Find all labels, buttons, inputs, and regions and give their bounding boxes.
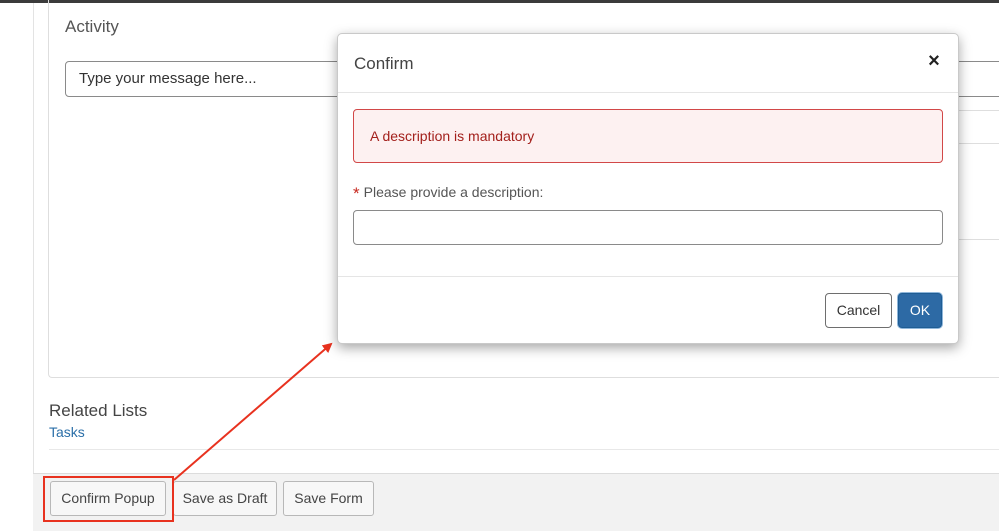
modal-title: Confirm xyxy=(354,54,414,73)
background-divider xyxy=(958,143,999,144)
description-field-label: * Please provide a description: xyxy=(353,184,543,204)
background-divider xyxy=(958,110,999,111)
description-label-text: Please provide a description: xyxy=(363,184,544,200)
related-lists-title: Related Lists xyxy=(49,401,148,420)
left-rail-divider xyxy=(33,3,34,531)
activity-title: Activity xyxy=(65,17,119,36)
annotation-highlight-box xyxy=(43,476,174,522)
save-as-draft-button[interactable]: Save as Draft xyxy=(173,481,277,516)
error-alert: A description is mandatory xyxy=(353,109,943,163)
ok-button[interactable]: OK xyxy=(898,293,942,328)
description-input[interactable] xyxy=(353,210,943,245)
confirm-modal: Confirm × A description is mandatory * Pl… xyxy=(337,33,959,344)
background-divider xyxy=(958,239,999,240)
related-list-tasks-link[interactable]: Tasks xyxy=(49,424,85,440)
required-marker: * xyxy=(353,184,360,203)
close-icon[interactable]: × xyxy=(924,49,944,73)
modal-header: Confirm × xyxy=(338,34,958,93)
modal-footer-divider xyxy=(338,276,958,277)
related-lists-divider xyxy=(49,449,999,450)
cancel-button[interactable]: Cancel xyxy=(825,293,892,328)
save-form-button[interactable]: Save Form xyxy=(283,481,374,516)
